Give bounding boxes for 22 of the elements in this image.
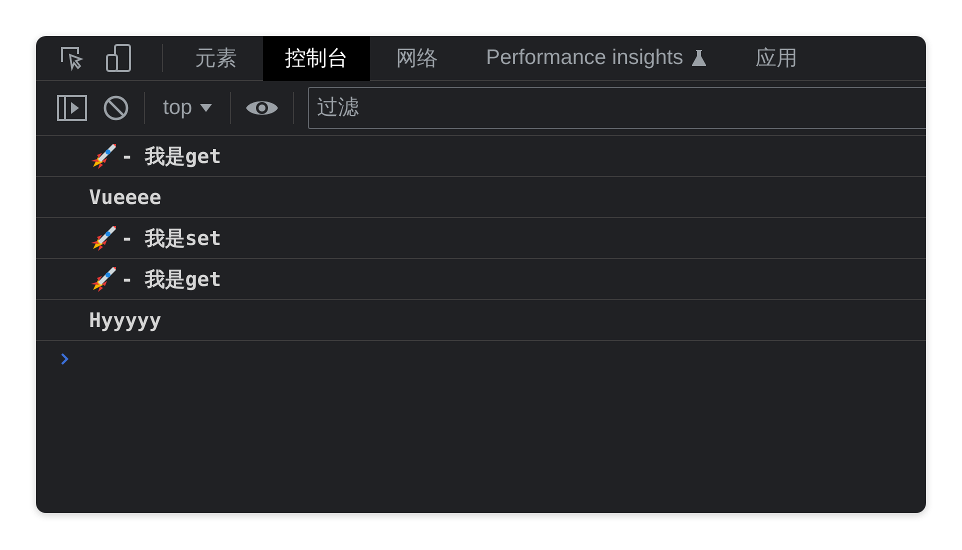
tab[interactable]: 控制台 [263, 36, 370, 80]
flask-icon [691, 49, 708, 67]
tab[interactable]: 网络 [374, 36, 460, 80]
console-message: - 我是get [121, 142, 222, 170]
filter-field[interactable]: 过滤 [308, 87, 926, 129]
rocket-icon [89, 264, 119, 294]
rocket-icon [89, 141, 119, 171]
caret-icon [200, 103, 212, 113]
rocket-icon [89, 223, 119, 253]
device-icon[interactable] [104, 43, 134, 73]
tab[interactable]: 元素 [173, 36, 259, 80]
tab[interactable]: Performance insights [464, 36, 730, 80]
context-dropdown[interactable]: top [159, 96, 216, 120]
prompt-chevron-icon[interactable] [60, 352, 70, 366]
inspect-icon[interactable] [58, 44, 86, 72]
console-message: Hyyyyy [89, 308, 162, 332]
console-message: - 我是set [121, 224, 222, 252]
console-message: Vueeee [89, 185, 162, 209]
clear-console-icon[interactable] [102, 94, 130, 122]
console-message: - 我是get [121, 266, 222, 292]
sidebar-toggle-icon[interactable] [56, 94, 88, 122]
tab[interactable]: 应用 [733, 36, 820, 80]
